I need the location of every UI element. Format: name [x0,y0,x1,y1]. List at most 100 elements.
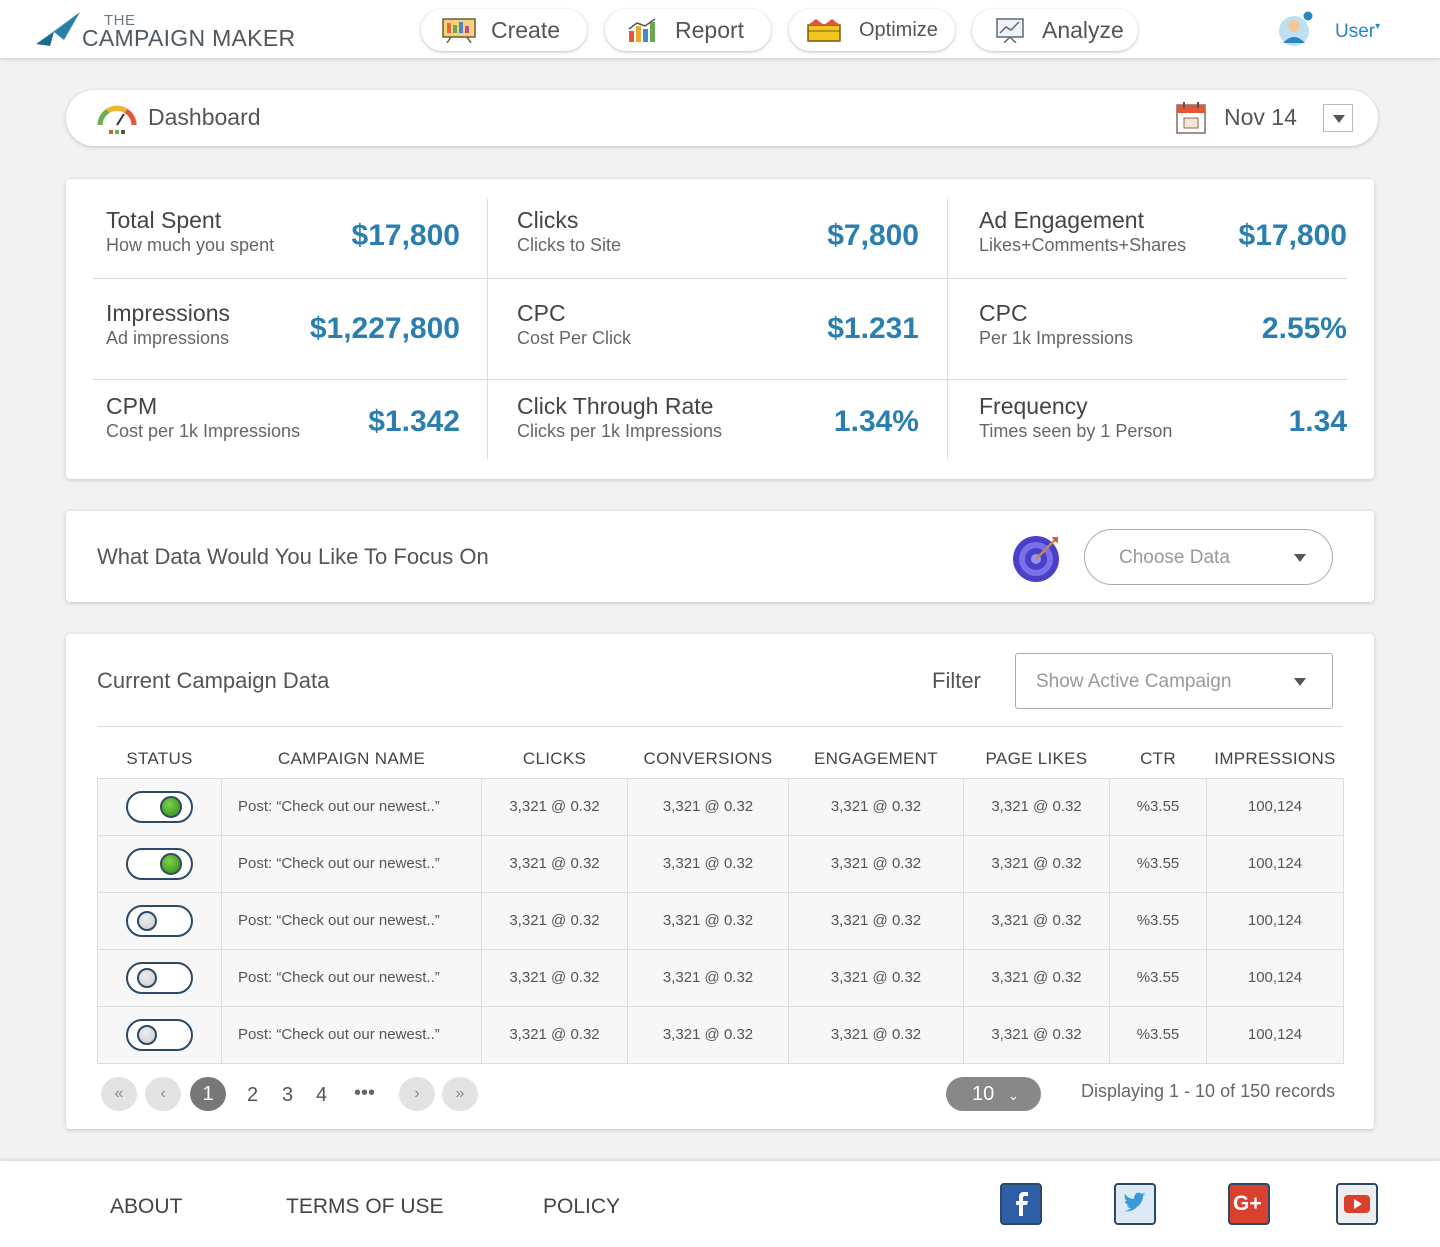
metric-name: CPM [106,393,158,419]
records-info: Displaying 1 - 10 of 150 records [1081,1081,1336,1101]
metric-subtitle: Cost Per Click [517,328,632,348]
metric-value: 1.34 [1288,405,1347,438]
engagement-cell: 3,321 @ 0.32 [788,777,964,836]
page-4-button[interactable]: 4 [316,1084,327,1107]
page-3-button[interactable]: 3 [282,1084,293,1107]
conversions-cell: 3,321 @ 0.32 [627,1005,789,1064]
nav-create-button[interactable]: Create [421,9,587,51]
page-likes-cell: 3,321 @ 0.32 [963,834,1110,893]
column-header[interactable]: PAGE LIKES [964,740,1110,778]
footer-policy-link[interactable]: POLICY [543,1195,620,1219]
conversions-cell: 3,321 @ 0.32 [627,777,789,836]
ctr-cell: %3.55 [1109,891,1207,950]
last-page-button[interactable]: » [442,1077,478,1111]
metric-subtitle: Times seen by 1 Person [979,421,1173,441]
status-cell [97,1005,222,1064]
metric-value: $1.231 [827,312,919,345]
table-row[interactable]: Post: “Check out our newest..” 3,321 @ 0.… [97,891,1344,950]
bar-chart-icon [628,18,656,42]
prev-page-button[interactable]: ‹ [145,1077,181,1111]
focus-question: What Data Would You Like To Focus On [97,544,489,569]
youtube-icon[interactable] [1336,1183,1378,1225]
metric-subtitle: How much you spent [106,235,275,255]
facebook-icon[interactable] [1000,1183,1042,1225]
footer-terms-link[interactable]: TERMS OF USE [286,1195,444,1219]
logo-wordmark: CAMPAIGN MAKER [82,25,296,51]
table-header-row: STATUS CAMPAIGN NAME CLICKS CONVERSIONS … [98,740,1344,778]
column-header[interactable]: STATUS [98,740,222,778]
youtube-glyph [1344,1195,1370,1213]
campaign-table-title: Current Campaign Data [97,668,330,693]
metric-cpc: CPC Cost Per Click $1.231 [517,300,919,380]
easel-icon [442,18,476,43]
impressions-cell: 100,124 [1206,1005,1344,1064]
toggle-knob [160,852,182,875]
google-plus-glyph: G+ [1233,1192,1262,1215]
ctr-cell: %3.55 [1109,834,1207,893]
gauge-icon [97,105,137,134]
google-plus-icon[interactable]: G+ [1228,1183,1270,1225]
campaign-name-cell: Post: “Check out our newest..” [221,948,482,1007]
campaign-maker-logo[interactable]: THE CAMPAIGN MAKER [34,10,296,51]
metric-subtitle: Likes+Comments+Shares [979,235,1187,255]
nav-analyze-label: Analyze [1042,16,1124,43]
table-row[interactable]: Post: “Check out our newest..” 3,321 @ 0.… [97,777,1344,836]
column-header[interactable]: IMPRESSIONS [1207,740,1344,778]
page-1-button[interactable]: 1 [190,1077,226,1111]
nav-analyze-button[interactable]: Analyze [972,9,1138,51]
date-dropdown-button[interactable] [1323,104,1353,132]
campaign-data-card: Current Campaign Data Filter Show Active… [66,634,1374,1129]
table-row[interactable]: Post: “Check out our newest..” 3,321 @ 0.… [97,948,1344,1007]
table-row[interactable]: Post: “Check out our newest..” 3,321 @ 0.… [97,834,1344,893]
column-header[interactable]: CLICKS [482,740,628,778]
user-avatar-icon[interactable] [1276,9,1314,49]
column-header[interactable]: CONVERSIONS [628,740,789,778]
metric-subtitle: Clicks to Site [517,235,622,255]
status-toggle[interactable] [126,790,193,823]
status-toggle[interactable] [126,904,193,937]
nav-report-button[interactable]: Report [605,9,771,51]
status-cell [97,834,222,893]
footer-about-link[interactable]: ABOUT [110,1195,182,1219]
first-page-button[interactable]: « [101,1077,137,1111]
metric-value: $17,800 [351,219,460,252]
status-toggle[interactable] [126,961,193,994]
toggle-knob [137,1024,157,1045]
column-header[interactable]: ENGAGEMENT [789,740,964,778]
metric-total-spent: Total Spent How much you spent $17,800 [106,207,460,287]
nav-report-label: Report [675,16,745,43]
clicks-cell: 3,321 @ 0.32 [481,777,628,836]
page-likes-cell: 3,321 @ 0.32 [963,948,1110,1007]
impressions-cell: 100,124 [1206,891,1344,950]
toggle-knob [160,795,182,818]
conversions-cell: 3,321 @ 0.32 [627,891,789,950]
campaign-filter-select[interactable]: Show Active Campaign [1015,653,1333,709]
twitter-icon[interactable] [1114,1183,1156,1225]
status-toggle[interactable] [126,847,193,880]
ctr-cell: %3.55 [1109,777,1207,836]
column-header[interactable]: CTR [1110,740,1207,778]
metric-ad-engagement: Ad Engagement Likes+Comments+Shares $17,… [979,207,1347,287]
toggle-knob [137,910,157,931]
clicks-cell: 3,321 @ 0.32 [481,948,628,1007]
status-toggle[interactable] [126,1018,193,1051]
next-page-button[interactable]: › [399,1077,435,1111]
metric-subtitle: Clicks per 1k Impressions [517,421,723,441]
metric-subtitle: Per 1k Impressions [979,328,1134,348]
user-menu-dropdown[interactable]: User▾ [1335,21,1380,43]
metric-name: Ad Engagement [979,207,1144,233]
nav-optimize-button[interactable]: Optimize [789,9,955,51]
column-header[interactable]: CAMPAIGN NAME [222,740,482,778]
table-row[interactable]: Post: “Check out our newest..” 3,321 @ 0.… [97,1005,1344,1064]
choose-data-select[interactable]: Choose Data [1084,529,1333,585]
engagement-cell: 3,321 @ 0.32 [788,834,964,893]
per-page-value: 10 [972,1083,995,1105]
divider [487,199,488,459]
per-page-select[interactable]: 10 ⌄ [946,1077,1041,1111]
toolbox-icon [807,19,841,42]
impressions-cell: 100,124 [1206,777,1344,836]
caret-down-icon: ▾ [1375,21,1381,32]
dashboard-title: Dashboard [148,104,261,130]
page-2-button[interactable]: 2 [247,1084,258,1107]
engagement-cell: 3,321 @ 0.32 [788,948,964,1007]
